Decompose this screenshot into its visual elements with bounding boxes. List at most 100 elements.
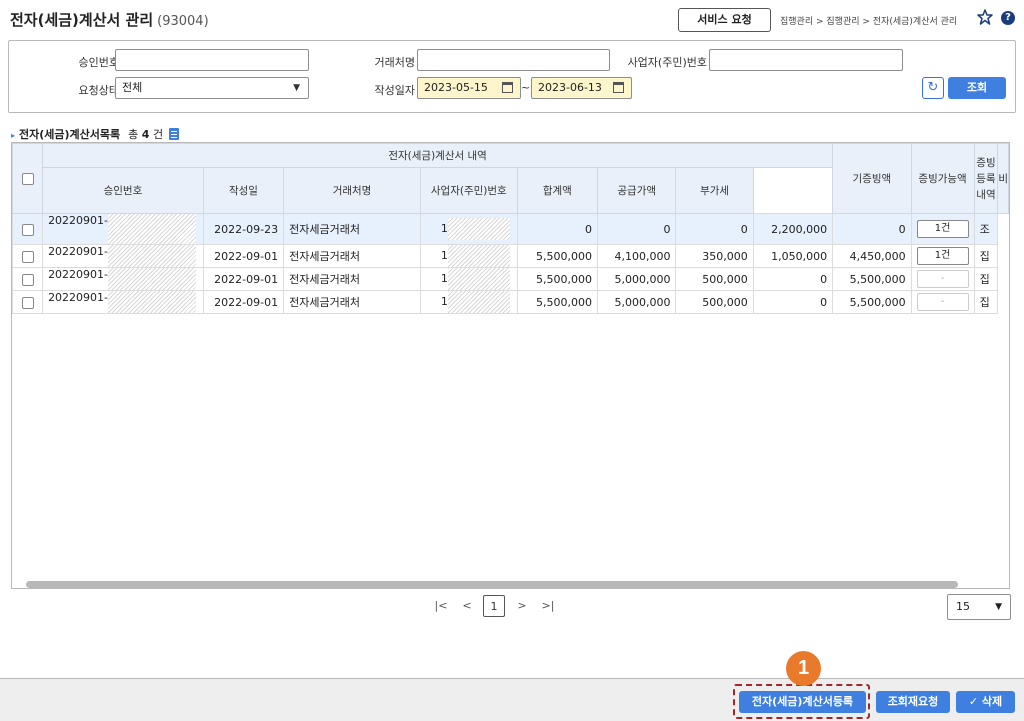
cell-extra: 집 <box>973 267 999 291</box>
col-biz-no[interactable]: 사업자(주민)번호 <box>419 167 518 214</box>
cell-vat: 500,000 <box>675 290 754 314</box>
cell-vendor: 전자세금거래처 <box>283 213 421 245</box>
cell-vendor: 전자세금거래처 <box>283 244 421 268</box>
cell-vendor: 전자세금거래처 <box>283 290 421 314</box>
date-label: 작성일자 <box>374 84 415 97</box>
approval-no-input[interactable] <box>115 49 309 71</box>
col-existing-evidence[interactable]: 기증빙액 <box>832 143 912 214</box>
first-page-button[interactable]: |< <box>430 595 452 617</box>
horizontal-scrollbar[interactable] <box>26 581 958 588</box>
table-row[interactable]: 20220901- 2022-09-01 전자세금거래처 1 5,500,000… <box>12 267 1009 291</box>
cell-extra: 조 <box>973 213 999 245</box>
last-page-button[interactable]: >| <box>537 595 559 617</box>
evidence-count-button[interactable]: 1건 <box>916 247 969 265</box>
redacted-block <box>108 291 197 313</box>
cell-date: 2022-09-23 <box>202 213 285 245</box>
approval-no-label: 승인번호 <box>78 56 119 69</box>
col-approval-no[interactable]: 승인번호 <box>42 167 204 214</box>
cell-available: 5,500,000 <box>832 267 912 291</box>
search-button[interactable]: 조회 <box>948 77 1006 99</box>
breadcrumb: 집행관리 > 집행관리 > 전자(세금)계산서 관리 <box>780 17 958 27</box>
row-checkbox[interactable] <box>21 296 34 309</box>
col-extra[interactable]: 비 <box>997 143 1009 214</box>
cell-biz-no: 1 <box>419 267 518 291</box>
page-header: 전자(세금)계산서 관리 (93004) 서비스 요청 집행관리 > 집행관리 >… <box>0 0 1024 38</box>
prev-page-button[interactable]: < <box>456 595 478 617</box>
cell-vat: 350,000 <box>675 244 754 268</box>
evidence-count-button[interactable]: - <box>916 293 969 311</box>
footer-bar <box>0 679 1024 721</box>
row-checkbox[interactable] <box>21 250 34 263</box>
redacted-block <box>108 245 197 267</box>
page-size-select[interactable]: 15 ▼ <box>947 594 1011 620</box>
cell-existing: 2,200,000 <box>752 213 834 245</box>
cell-existing: 0 <box>752 290 834 314</box>
chevron-down-icon: ▼ <box>293 83 300 93</box>
cell-vat: 0 <box>675 213 754 245</box>
cell-available: 4,450,000 <box>832 244 912 268</box>
star-icon[interactable] <box>977 9 993 25</box>
calendar-icon[interactable] <box>502 82 513 93</box>
cell-approval-no: 20220901- <box>42 213 204 245</box>
table-row[interactable]: 20220901- 2022-09-01 전자세금거래처 1 5,500,000… <box>12 244 1009 268</box>
select-all-checkbox[interactable] <box>21 172 34 185</box>
help-icon[interactable]: ? <box>1001 11 1015 25</box>
delete-button[interactable]: ✓ 삭제 <box>956 691 1015 713</box>
col-vat[interactable]: 부가세 <box>675 167 754 214</box>
cell-supply: 5,000,000 <box>596 267 677 291</box>
cell-biz-no: 1 <box>419 290 518 314</box>
vendor-name-label: 거래처명 <box>374 56 415 69</box>
reset-icon[interactable]: ↻ <box>922 77 944 99</box>
page-title: 전자(세금)계산서 관리 (93004) <box>10 11 209 29</box>
cell-total: 5,500,000 <box>516 267 598 291</box>
col-total[interactable]: 합계액 <box>516 167 598 214</box>
redacted-block <box>447 291 510 313</box>
date-from-input[interactable]: 2023-05-15 <box>417 77 521 99</box>
status-label: 요청상태 <box>78 84 119 97</box>
cell-approval-no: 20220901- <box>42 244 204 268</box>
calendar-icon[interactable] <box>613 82 624 93</box>
col-evidence-list[interactable]: 증빙 등록 내역 <box>973 143 999 214</box>
cell-total: 5,500,000 <box>516 244 598 268</box>
evidence-count-button[interactable]: 1건 <box>916 220 969 238</box>
redacted-block <box>108 214 197 244</box>
cell-supply: 0 <box>596 213 677 245</box>
group-header: 전자(세금)계산서 내역 <box>42 143 834 168</box>
col-available[interactable]: 증빙가능액 <box>910 143 975 214</box>
status-select[interactable]: 전체 ▼ <box>115 77 309 99</box>
redacted-block <box>447 218 510 240</box>
invoice-table: 전자(세금)계산서 내역 기증빙액 증빙가능액 증빙 등록 내역 비 승인번호 … <box>12 143 1009 314</box>
chevron-down-icon: ▼ <box>995 602 1002 612</box>
re-query-button[interactable]: 조회재요청 <box>876 691 950 713</box>
row-checkbox[interactable] <box>21 273 34 286</box>
cell-supply: 5,000,000 <box>596 290 677 314</box>
cell-biz-no: 1 <box>419 213 518 245</box>
cell-date: 2022-09-01 <box>202 244 285 268</box>
cell-existing: 0 <box>752 267 834 291</box>
cell-extra: 집 <box>973 290 999 314</box>
col-date[interactable]: 작성일 <box>202 167 285 214</box>
invoice-grid: 전자(세금)계산서 내역 기증빙액 증빙가능액 증빙 등록 내역 비 승인번호 … <box>11 142 1010 589</box>
col-supply[interactable]: 공급가액 <box>596 167 677 214</box>
biz-no-input[interactable] <box>709 49 903 71</box>
vendor-name-input[interactable] <box>417 49 610 71</box>
evidence-count-button[interactable]: - <box>916 270 969 288</box>
step-marker: 1 <box>786 651 821 686</box>
service-request-button[interactable]: 서비스 요청 <box>678 8 771 32</box>
table-row[interactable]: 20220901- 2022-09-01 전자세금거래처 1 5,500,000… <box>12 290 1009 314</box>
cell-available: 5,500,000 <box>832 290 912 314</box>
table-row[interactable]: 20220901- 2022-09-23 전자세금거래처 1 0 0 0 2,2… <box>12 213 1009 245</box>
cell-date: 2022-09-01 <box>202 290 285 314</box>
row-checkbox[interactable] <box>21 223 34 236</box>
cell-total: 0 <box>516 213 598 245</box>
excel-download-icon[interactable] <box>169 128 180 140</box>
cell-approval-no: 20220901- <box>42 290 204 314</box>
next-page-button[interactable]: > <box>511 595 533 617</box>
current-page[interactable]: 1 <box>483 595 505 617</box>
redacted-block <box>447 245 510 267</box>
select-all-header <box>12 143 44 214</box>
date-to-input[interactable]: 2023-06-13 <box>531 77 632 99</box>
cell-existing: 1,050,000 <box>752 244 834 268</box>
list-count: 총 4 건 <box>128 128 164 141</box>
col-vendor[interactable]: 거래처명 <box>283 167 421 214</box>
